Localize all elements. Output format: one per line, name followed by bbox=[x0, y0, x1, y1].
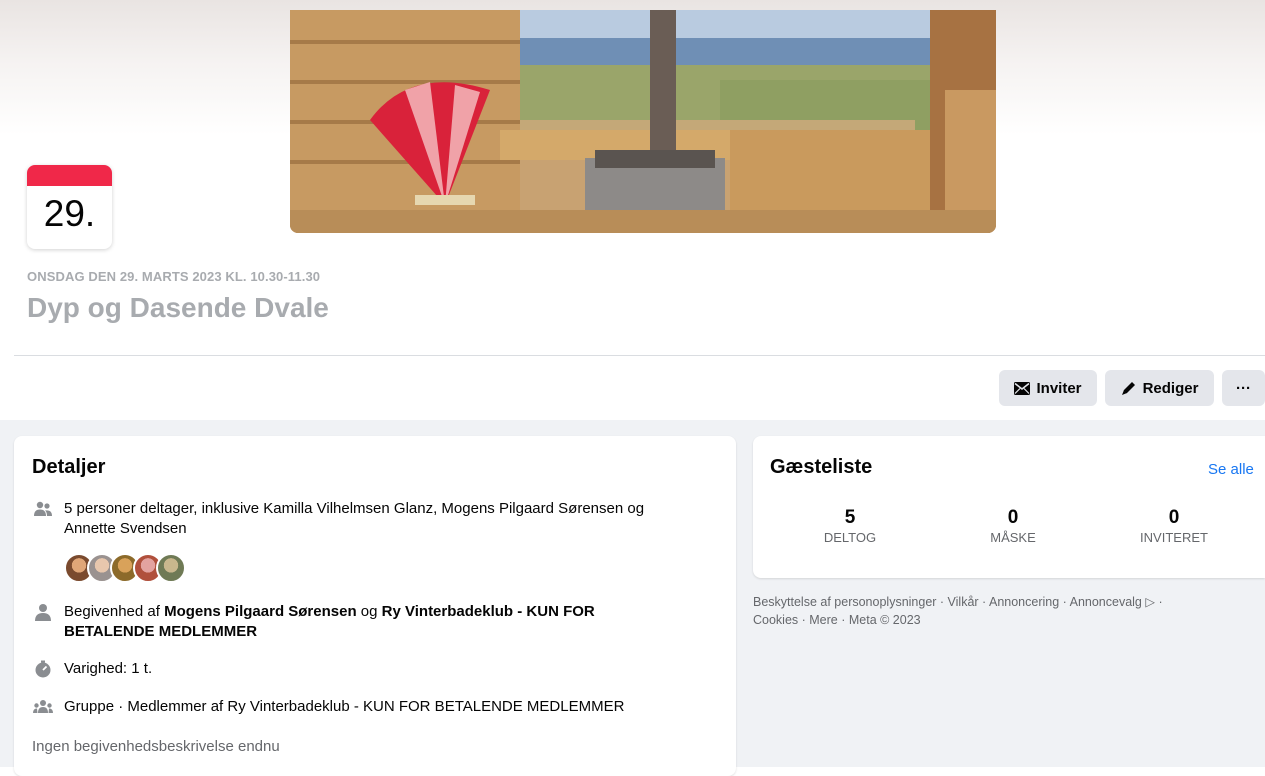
stat-going-count: 5 bbox=[844, 507, 856, 528]
group-row: Gruppe · Medlemmer af Ry Vinterbadeklub … bbox=[32, 697, 624, 717]
guest-list-heading: Gæsteliste bbox=[770, 456, 873, 478]
edit-button[interactable]: Rediger bbox=[1105, 370, 1214, 406]
stat-invited-label: INVITERET bbox=[1140, 530, 1208, 545]
person-icon bbox=[32, 602, 54, 622]
stat-going[interactable]: 5 DELTOG bbox=[790, 506, 910, 546]
duration-text: Varighed: 1 t. bbox=[64, 660, 153, 677]
duration-row: Varighed: 1 t. bbox=[32, 659, 152, 679]
more-icon: ··· bbox=[1236, 379, 1251, 397]
date-badge-day: 29. bbox=[43, 193, 96, 234]
stat-maybe-label: MÅSKE bbox=[990, 530, 1036, 545]
stat-invited[interactable]: 0 INVITERET bbox=[1114, 506, 1234, 546]
stat-maybe-count: 0 bbox=[1007, 507, 1019, 528]
event-title: Dyp og Dasende Dvale bbox=[27, 292, 329, 323]
cover-photo[interactable] bbox=[290, 10, 996, 233]
host-row: Begivenhed af Mogens Pilgaard Sørensen o… bbox=[32, 602, 722, 642]
stat-maybe[interactable]: 0 MÅSKE bbox=[953, 506, 1073, 546]
people-icon bbox=[32, 499, 54, 519]
no-description-text: Ingen begivenhedsbeskrivelse endnu bbox=[32, 738, 280, 755]
pencil-icon bbox=[1121, 380, 1137, 396]
attendees-text-line2: Annette Svendsen bbox=[64, 520, 187, 537]
footer-line2[interactable]: Cookies · Mere · Meta © 2023 bbox=[753, 611, 1253, 629]
envelope-icon bbox=[1014, 381, 1031, 395]
attendee-avatars bbox=[64, 553, 186, 583]
event-date: ONSDAG DEN 29. MARTS 2023 KL. 10.30-11.3… bbox=[27, 269, 321, 284]
details-heading: Detaljer bbox=[32, 456, 106, 478]
group-icon bbox=[32, 697, 54, 717]
invite-label: Inviter bbox=[1036, 379, 1082, 397]
stat-going-label: DELTOG bbox=[823, 530, 877, 545]
header-divider bbox=[14, 355, 1265, 356]
host-name-link[interactable]: Mogens Pilgaard Sørensen bbox=[164, 603, 357, 620]
more-options-button[interactable]: ··· bbox=[1222, 370, 1265, 406]
footer-line1[interactable]: Beskyttelse af personoplysninger · Vilkå… bbox=[753, 593, 1253, 611]
date-badge: 29. bbox=[27, 165, 112, 249]
stopwatch-icon bbox=[32, 659, 54, 679]
host-prefix: Begivenhed af bbox=[64, 603, 165, 620]
attendees-row: 5 personer deltager, inklusive Kamilla V… bbox=[32, 499, 722, 539]
group-text: Gruppe · Medlemmer af Ry Vinterbadeklub … bbox=[64, 698, 625, 715]
host-group-link-line2[interactable]: BETALENDE MEDLEMMER bbox=[64, 623, 257, 640]
host-group-link-line1[interactable]: Ry Vinterbadeklub - KUN FOR bbox=[382, 603, 595, 620]
host-join: og bbox=[356, 603, 382, 620]
invite-button[interactable]: Inviter bbox=[999, 370, 1097, 406]
footer-links: Beskyttelse af personoplysninger · Vilkå… bbox=[753, 593, 1253, 629]
edit-label: Rediger bbox=[1142, 379, 1199, 397]
attendees-text-line1: 5 personer deltager, inklusive Kamilla V… bbox=[64, 500, 645, 517]
avatar[interactable] bbox=[156, 553, 186, 583]
date-badge-band bbox=[27, 165, 112, 186]
stat-invited-count: 0 bbox=[1168, 507, 1180, 528]
see-all-link[interactable]: Se alle bbox=[1208, 461, 1254, 478]
